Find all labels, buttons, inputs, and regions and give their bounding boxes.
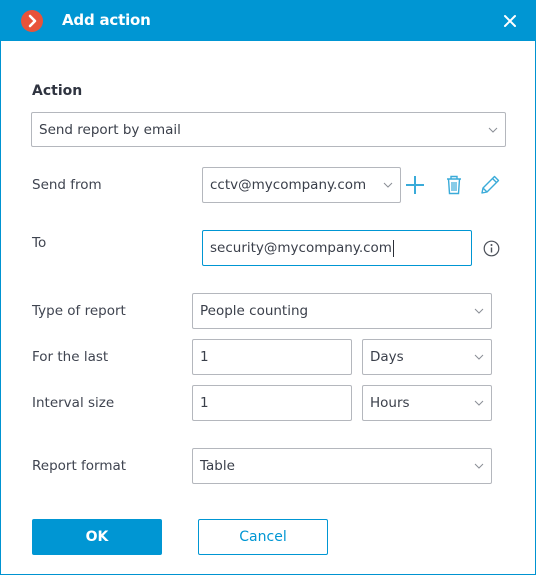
interval-size-label: Interval size bbox=[32, 395, 115, 411]
to-input-value: security@mycompany.com bbox=[210, 240, 392, 256]
interval-size-value: 1 bbox=[200, 395, 209, 411]
close-button[interactable] bbox=[500, 11, 520, 31]
for-the-last-input[interactable]: 1 bbox=[192, 339, 352, 375]
trash-icon bbox=[447, 175, 461, 195]
chevron-down-icon bbox=[488, 127, 498, 133]
chevron-down-icon bbox=[474, 308, 484, 314]
pencil-icon bbox=[481, 175, 500, 194]
text-caret bbox=[392, 239, 394, 257]
action-section-title: Action bbox=[32, 83, 83, 99]
add-action-dialog: Add action Action Send report by email S… bbox=[0, 0, 536, 575]
to-input[interactable]: security@mycompany.com bbox=[202, 230, 472, 266]
close-icon bbox=[504, 15, 516, 27]
interval-size-unit-select[interactable]: Hours bbox=[362, 385, 492, 421]
send-from-label: Send from bbox=[32, 177, 102, 193]
for-the-last-unit-value: Days bbox=[370, 349, 404, 365]
info-icon bbox=[483, 240, 500, 257]
type-of-report-select[interactable]: People counting bbox=[192, 293, 492, 329]
action-select[interactable]: Send report by email bbox=[31, 112, 506, 147]
action-select-value: Send report by email bbox=[39, 121, 181, 138]
for-the-last-value: 1 bbox=[200, 349, 209, 365]
interval-size-unit-value: Hours bbox=[370, 395, 410, 411]
title-bar[interactable]: Add action bbox=[0, 0, 536, 41]
send-from-select[interactable]: cctv@mycompany.com bbox=[202, 167, 401, 203]
plus-icon bbox=[406, 176, 424, 194]
dialog-title: Add action bbox=[62, 11, 151, 29]
send-from-value: cctv@mycompany.com bbox=[210, 177, 367, 193]
interval-size-input[interactable]: 1 bbox=[192, 385, 352, 421]
cancel-button[interactable]: Cancel bbox=[198, 519, 328, 555]
for-the-last-unit-select[interactable]: Days bbox=[362, 339, 492, 375]
app-logo-icon bbox=[21, 10, 43, 32]
chevron-down-icon bbox=[474, 354, 484, 360]
to-label: To bbox=[32, 235, 47, 251]
edit-sender-button[interactable] bbox=[479, 174, 501, 200]
report-format-label: Report format bbox=[32, 458, 127, 474]
delete-sender-button[interactable] bbox=[445, 174, 463, 200]
to-info-button[interactable] bbox=[483, 240, 500, 261]
for-the-last-label: For the last bbox=[32, 349, 109, 365]
report-format-select[interactable]: Table bbox=[192, 448, 492, 484]
chevron-down-icon bbox=[474, 463, 484, 469]
type-of-report-value: People counting bbox=[200, 303, 309, 319]
type-of-report-label: Type of report bbox=[32, 303, 126, 319]
chevron-down-icon bbox=[474, 400, 484, 406]
add-sender-button[interactable] bbox=[404, 174, 426, 200]
chevron-down-icon bbox=[383, 182, 393, 188]
ok-button[interactable]: OK bbox=[32, 519, 162, 555]
report-format-value: Table bbox=[200, 458, 235, 474]
